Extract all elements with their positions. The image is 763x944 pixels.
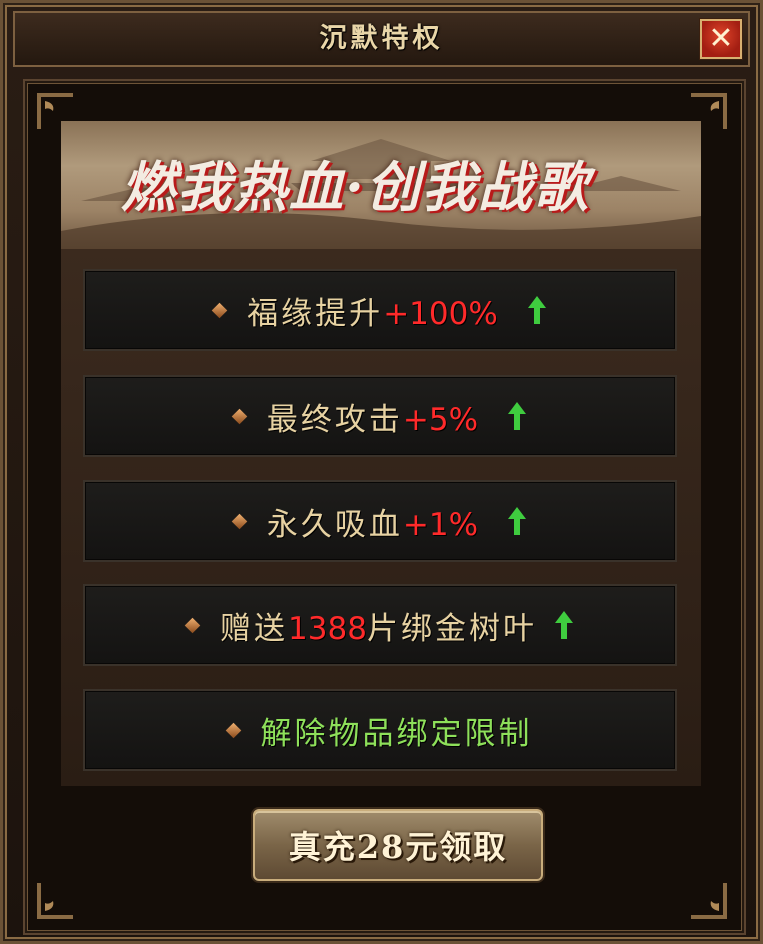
up-arrow-icon [508,507,527,535]
perk-row: 解除物品绑定限制 [83,689,677,771]
claim-button-label: 真充28元领取 [288,828,508,866]
close-button[interactable]: ✕ [700,19,742,59]
perk-text: 解除物品绑定限制 [260,715,533,752]
diamond-bullet-icon [184,617,201,633]
up-arrow-icon [554,611,573,639]
diamond-bullet-icon [211,302,228,318]
privilege-window: 沉默特权 ✕ 燃我热血·创我战歌 福缘提升+100% 最终攻击+5% 永久吸血+… [0,0,763,944]
window-title: 沉默特权 [319,23,444,54]
perk-row: 最终攻击+5% [83,375,677,457]
perk-text: 赠送1388片绑金树叶 [220,610,537,647]
perk-text: 福缘提升+100% [247,295,498,332]
perk-text: 最终攻击+5% [266,401,479,438]
perk-row: 赠送1388片绑金树叶 [83,584,677,666]
up-arrow-icon [508,402,527,430]
banner-image: 燃我热血·创我战歌 [61,121,701,249]
diamond-bullet-icon [231,513,248,529]
diamond-bullet-icon [225,722,241,738]
corner-ornament-icon [37,883,73,919]
up-arrow-icon [527,296,546,324]
banner-slogan: 燃我热血·创我战歌 [121,155,590,219]
diamond-bullet-icon [231,408,248,424]
corner-ornament-icon [691,883,727,919]
close-icon: ✕ [708,21,734,56]
claim-button[interactable]: 真充28元领取 [253,809,543,881]
title-bar: 沉默特权 ✕ [13,11,750,67]
perk-row: 永久吸血+1% [83,480,677,562]
perk-row: 福缘提升+100% [83,269,677,351]
perk-text: 永久吸血+1% [266,506,479,543]
